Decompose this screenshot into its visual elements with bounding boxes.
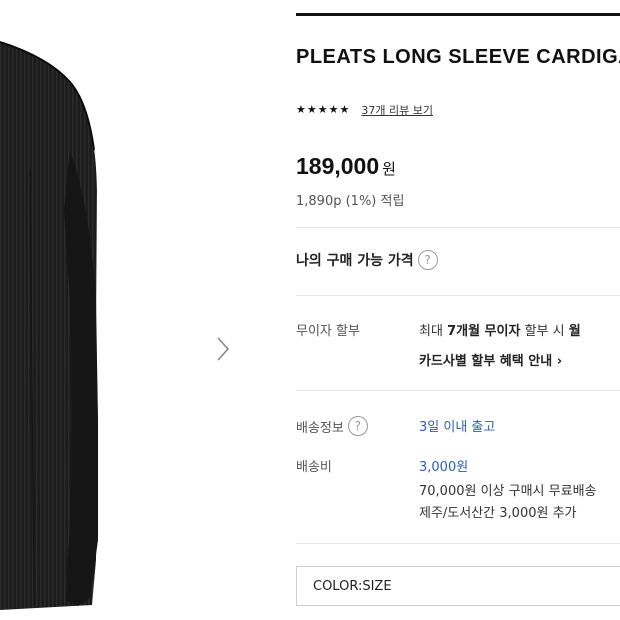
divider: [296, 227, 620, 228]
price-unit: 원: [382, 160, 396, 178]
star-icon: ★: [296, 103, 306, 116]
rating-row: ★ ★ ★ ★ ★ 37개 리뷰 보기: [296, 102, 433, 118]
shipping-fee-label: 배송비: [296, 460, 332, 475]
product-image-area: [0, 0, 270, 620]
product-title: PLEATS LONG SLEEVE CARDIGAN: [296, 46, 620, 68]
product-info-panel: PLEATS LONG SLEEVE CARDIGAN ★ ★ ★ ★ ★ 37…: [296, 0, 620, 620]
price-value: 189,000: [296, 153, 380, 179]
installment-info: 최대 7개월 무이자 할부 시 월: [419, 320, 581, 339]
my-price-label: 나의 구매 가능 가격: [296, 253, 414, 269]
star-icon: ★: [339, 103, 350, 116]
shipping-info-label: 배송정보: [296, 420, 344, 436]
chevron-right-icon: [217, 337, 230, 361]
installment-mid: 할부 시: [520, 324, 569, 339]
installment-label: 무이자 할부: [296, 324, 360, 339]
product-image: [0, 41, 98, 610]
question-circle-icon[interactable]: ?: [417, 250, 438, 270]
installment-tail: 월: [568, 324, 581, 339]
color-size-select[interactable]: COLOR:SIZE: [296, 566, 620, 606]
installment-bold: 7개월 무이자: [447, 324, 521, 339]
rating-stars: ★ ★ ★ ★ ★: [296, 104, 349, 116]
question-circle-icon[interactable]: ?: [347, 416, 368, 436]
shipping-fee-value: 3,000원: [419, 460, 469, 475]
free-shipping-note: 70,000원 이상 구매시 무료배송: [419, 484, 597, 499]
divider: [296, 295, 620, 296]
star-icon: ★: [328, 103, 339, 116]
review-link[interactable]: 37개 리뷰 보기: [361, 102, 433, 118]
top-rule: [296, 13, 620, 16]
shipping-info-row: 배송정보 ?: [296, 416, 368, 436]
star-icon: ★: [317, 103, 328, 116]
star-icon: ★: [306, 103, 317, 116]
my-price-row[interactable]: 나의 구매 가능 가격 ?: [296, 250, 438, 270]
next-image-button[interactable]: [212, 334, 234, 364]
select-label: COLOR:SIZE: [313, 579, 392, 594]
extra-fee-note: 제주/도서산간 3,000원 추가: [419, 506, 577, 521]
divider: [296, 390, 620, 391]
price: 189,000 원: [296, 153, 396, 180]
card-installment-link[interactable]: 카드사별 할부 혜택 안내 ›: [419, 350, 562, 369]
points-text: 1,890p (1%) 적립: [296, 194, 405, 209]
divider: [296, 543, 620, 544]
installment-prefix: 최대: [419, 324, 448, 339]
shipping-info-value: 3일 이내 출고: [419, 420, 496, 435]
